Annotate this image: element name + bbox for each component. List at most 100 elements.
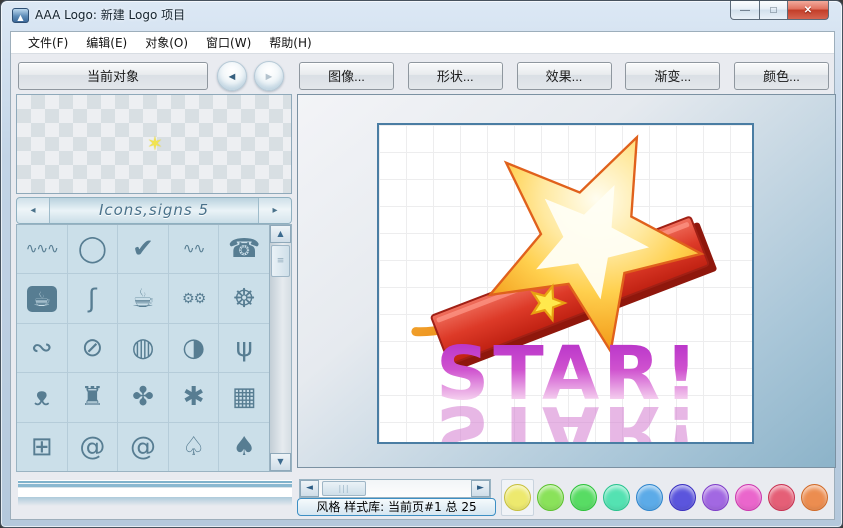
close-button[interactable]: ✕ [787, 1, 829, 20]
window-title: AAA Logo: 新建 Logo 项目 [35, 1, 185, 31]
toolbar-button-3[interactable]: 渐变... [625, 62, 720, 90]
handprint-icon: ψ [236, 335, 253, 361]
swatch-rose[interactable] [765, 479, 798, 516]
brick-wall-icon: ▦ [232, 384, 257, 410]
icon-cell-pine-tree[interactable]: ♠ [219, 423, 269, 471]
toolbar-button-0[interactable]: 图像... [299, 62, 394, 90]
swatch-circle-rose [768, 484, 795, 511]
vertical-scroll-thumb[interactable]: ≡ [271, 245, 290, 277]
icon-cell-globe[interactable]: ◍ [118, 324, 168, 372]
icon-cell-wave-curl[interactable]: ∾ [17, 324, 67, 372]
icon-grid: ∿∿∿ ◯ ✔ ∿∿ ☎ ☕ ʃ ☕ ⚙⚙ ☸ ∾ ⊘ ◍ ◑ ψ ᴥ ♜ ✤ ✱ ▦ ⊞ @ @ ♤ ♠ [16, 224, 269, 472]
icon-cell-pine-tree-outline[interactable]: ♤ [169, 423, 219, 471]
icon-cell-spiral-dotted[interactable]: @ [68, 423, 118, 471]
menu-item-2[interactable]: 对象(O) [136, 32, 197, 53]
scroll-left-icon[interactable]: ◄ [300, 480, 319, 497]
menu-item-1[interactable]: 编辑(E) [77, 32, 136, 53]
category-label[interactable]: Icons,signs 5 [50, 198, 258, 223]
minimize-button[interactable]: — [730, 1, 760, 20]
icon-cell-wavy-lines[interactable]: ∿∿ [169, 225, 219, 273]
stripe [18, 497, 292, 506]
coffee-cup-icon: ☕ [131, 286, 154, 312]
icon-cell-globe-swoosh[interactable]: ◑ [169, 324, 219, 372]
swatch-orange[interactable] [798, 479, 831, 516]
spiral-icon: @ [130, 434, 156, 460]
splatter-icon: ✱ [183, 384, 205, 410]
icon-cell-calculator[interactable]: ⊞ [17, 423, 67, 471]
swatch-yellow[interactable] [501, 479, 534, 516]
swatch-blue[interactable] [633, 479, 666, 516]
icon-cell-gears[interactable]: ⚙⚙ [169, 274, 219, 322]
clover-icon: ✤ [132, 384, 154, 410]
maximize-button[interactable]: □ [759, 1, 788, 20]
no-smoking-icon: ⊘ [81, 335, 103, 361]
window-controls: — □ ✕ [731, 1, 829, 20]
icon-cell-podium-people[interactable]: ♜ [68, 373, 118, 421]
triple-curls-wave-icon: ∿∿∿ [26, 242, 58, 256]
logo-page[interactable]: STAR! STAR! [377, 123, 754, 444]
icon-cell-squiggle[interactable]: ʃ [68, 274, 118, 322]
category-next-button[interactable]: ▸ [258, 198, 291, 223]
icon-cell-handprint[interactable]: ψ [219, 324, 269, 372]
swatch-green[interactable] [567, 479, 600, 516]
podium-people-icon: ♜ [81, 384, 104, 410]
icon-category-selector: ◂ Icons,signs 5 ▸ [16, 197, 292, 224]
turtle-icon: ᴥ [34, 384, 50, 410]
icon-cell-telephone[interactable]: ☎ [219, 225, 269, 273]
triskelion-icon: ☸ [233, 286, 256, 312]
icon-cell-circle-brushstroke[interactable]: ◯ [68, 225, 118, 273]
scroll-right-icon[interactable]: ► [471, 480, 490, 497]
calculator-icon: ⊞ [31, 434, 53, 460]
next-object-button[interactable]: ► [254, 61, 284, 91]
prev-object-button[interactable]: ◄ [217, 61, 247, 91]
swoosh-check-icon: ✔ [132, 236, 154, 262]
canvas-viewport: STAR! STAR! [297, 94, 836, 468]
toolbar-button-2[interactable]: 效果... [517, 62, 612, 90]
styles-scrollbar[interactable]: ◄ ||| ► [299, 479, 491, 498]
styles-status-bar[interactable]: 风格 样式库: 当前页#1 总 25 [297, 498, 496, 516]
icon-cell-swoosh-check[interactable]: ✔ [118, 225, 168, 273]
swatch-indigo[interactable] [666, 479, 699, 516]
menu-item-4[interactable]: 帮助(H) [260, 32, 320, 53]
swatch-circle-magenta [735, 484, 762, 511]
coffee-sign-icon: ☕ [27, 286, 57, 312]
toolbar-button-4[interactable]: 颜色... [734, 62, 829, 90]
stripe [18, 487, 292, 497]
wavy-lines-icon: ∿∿ [183, 242, 204, 256]
star-logo-artwork: STAR! STAR! [379, 125, 752, 442]
icon-cell-turtle[interactable]: ᴥ [17, 373, 67, 421]
app-icon: ▲ [12, 8, 29, 23]
globe-icon: ◍ [132, 335, 155, 361]
horizontal-scroll-thumb[interactable]: ||| [322, 481, 366, 496]
swatch-yellow-green[interactable] [534, 479, 567, 516]
object-preview[interactable]: ✶ [16, 94, 292, 194]
icon-cell-triple-curls-wave[interactable]: ∿∿∿ [17, 225, 67, 273]
current-object-button[interactable]: 当前对象 [18, 62, 208, 90]
swatch-magenta[interactable] [732, 479, 765, 516]
toolbar-button-1[interactable]: 形状... [408, 62, 503, 90]
menu-item-0[interactable]: 文件(F) [19, 32, 77, 53]
swatch-purple[interactable] [699, 479, 732, 516]
swatch-circle-blue [636, 484, 663, 511]
scroll-up-icon[interactable]: ▲ [270, 225, 291, 243]
icon-cell-triskelion[interactable]: ☸ [219, 274, 269, 322]
logo-text-reflection: STAR! [436, 389, 702, 442]
icon-grid-scrollbar[interactable]: ▲ ≡ ▼ [269, 224, 292, 472]
icon-cell-brick-wall[interactable]: ▦ [219, 373, 269, 421]
color-palette [501, 479, 831, 516]
swatch-circle-yellow [504, 484, 531, 511]
icon-cell-clover[interactable]: ✤ [118, 373, 168, 421]
pine-tree-icon: ♠ [233, 434, 256, 460]
scroll-down-icon[interactable]: ▼ [270, 453, 291, 471]
icon-cell-coffee-sign[interactable]: ☕ [17, 274, 67, 322]
menu-item-3[interactable]: 窗口(W) [197, 32, 260, 53]
gears-icon: ⚙⚙ [182, 292, 205, 306]
icon-cell-no-smoking[interactable]: ⊘ [68, 324, 118, 372]
squiggle-icon: ʃ [88, 286, 97, 312]
icon-cell-splatter[interactable]: ✱ [169, 373, 219, 421]
category-prev-button[interactable]: ◂ [17, 198, 50, 223]
telephone-icon: ☎ [228, 236, 260, 262]
swatch-turquoise[interactable] [600, 479, 633, 516]
icon-cell-spiral[interactable]: @ [118, 423, 168, 471]
icon-cell-coffee-cup[interactable]: ☕ [118, 274, 168, 322]
